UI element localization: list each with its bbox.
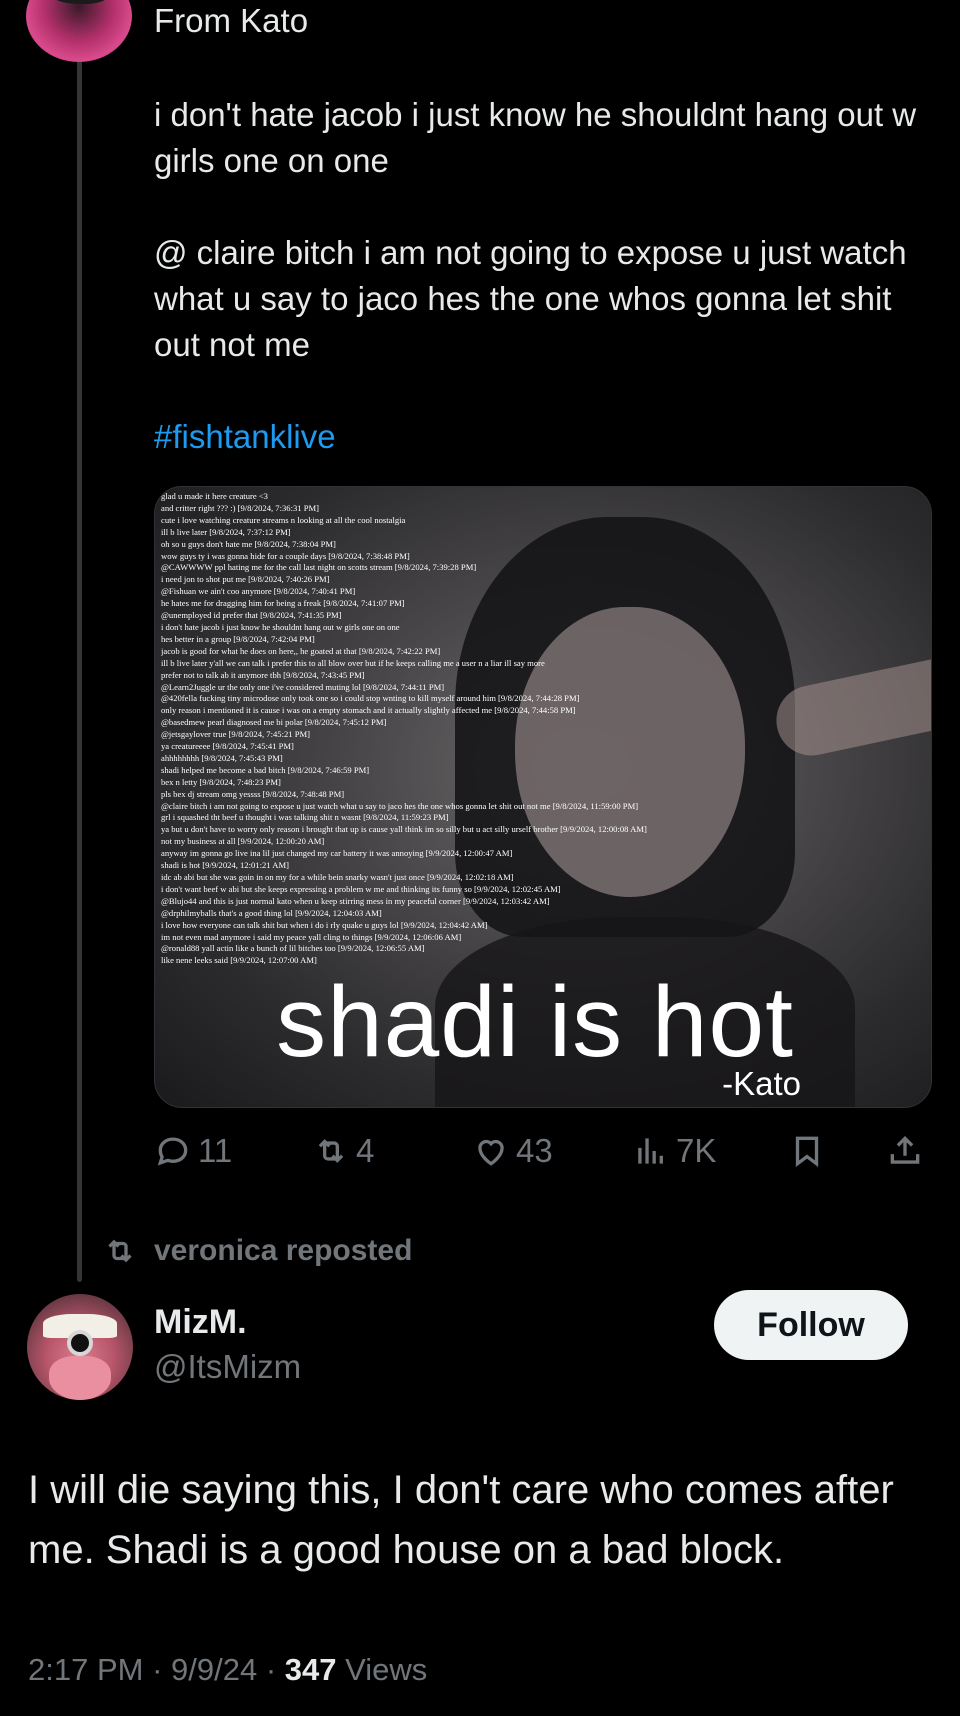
reply-button[interactable]: 11 bbox=[154, 1132, 232, 1170]
chat-log-line: i love how everyone can talk shit but wh… bbox=[161, 919, 488, 930]
chat-log-line: pls bex dj stream omg yessss [9/8/2024, … bbox=[161, 788, 345, 799]
like-count: 43 bbox=[516, 1132, 553, 1169]
chat-log-line: only reason i mentioned it is cause i wa… bbox=[161, 705, 576, 716]
chat-log-line: shadi helped me become a bad bitch [9/8/… bbox=[161, 764, 370, 775]
heart-icon bbox=[478, 1139, 504, 1166]
tweet-text: I will die saying this, I don't care who… bbox=[28, 1468, 894, 1572]
tweet-time[interactable]: 2:17 PM bbox=[28, 1652, 143, 1687]
chat-log-line: ahhhhhhhh [9/8/2024, 7:45:43 PM] bbox=[161, 752, 283, 763]
bookmark-icon bbox=[795, 1136, 819, 1167]
repost-context[interactable]: veronica reposted bbox=[102, 1233, 412, 1269]
analytics-icon bbox=[638, 1138, 663, 1164]
chat-log-line: @Blujo44 and this is just normal kato wh… bbox=[161, 895, 550, 906]
chat-log-line: hes better in a group [9/8/2024, 7:42:04… bbox=[161, 633, 315, 644]
chat-log-line: ya but u don't have to worry only reason… bbox=[161, 824, 647, 835]
chat-log-line: glad u made it here creature <3 bbox=[161, 491, 268, 501]
chat-log-line: @claire bitch i am not going to expose u… bbox=[161, 800, 639, 811]
chat-log-line: @Learn2Juggle ur the only one i've consi… bbox=[161, 681, 445, 692]
tweet-views-label: Views bbox=[345, 1652, 428, 1687]
chat-log-line: shadi is hot [9/9/2024, 12:01:21 AM] bbox=[161, 860, 289, 871]
bookmark-button[interactable] bbox=[788, 1132, 826, 1170]
reply-count: 11 bbox=[198, 1132, 233, 1169]
tweet-body: i don't hate jacob i just know he should… bbox=[154, 92, 934, 506]
views-button[interactable]: 7K bbox=[632, 1132, 716, 1170]
tweet-views-count: 347 bbox=[284, 1652, 337, 1687]
chat-log-line: ya creatureeee [9/8/2024, 7:45:41 PM] bbox=[161, 741, 294, 752]
avatar-piercing bbox=[67, 1330, 93, 1356]
meta-separator: · bbox=[265, 1652, 285, 1687]
chat-log-line: idc ab abi but she was goin in on my for… bbox=[161, 872, 514, 882]
chat-log-line: @drphilmyballs that's a good thing lol [… bbox=[161, 907, 382, 918]
chat-log-line: ill b live later [9/8/2024, 7:37:12 PM] bbox=[161, 526, 291, 537]
like-button[interactable]: 43 bbox=[472, 1132, 553, 1170]
chat-log-line: oh so u guys don't hate me [9/8/2024, 7:… bbox=[161, 538, 336, 549]
display-name[interactable]: MizM. bbox=[154, 1303, 247, 1342]
chat-log-line: @Fishuan we ain't coo anymore [9/8/2024,… bbox=[161, 586, 356, 597]
hashtag-link[interactable]: #fishtanklive bbox=[154, 414, 934, 460]
tweet-date[interactable]: 9/9/24 bbox=[171, 1652, 257, 1687]
chat-log-line: anyway im gonna go live ina lil just cha… bbox=[161, 848, 513, 859]
share-icon bbox=[890, 1135, 920, 1164]
repost-button[interactable]: 4 bbox=[312, 1132, 374, 1170]
image-caption: shadi is hot bbox=[276, 966, 794, 1078]
tweet-media-image[interactable]: glad u made it here creature <3 and critt… bbox=[154, 486, 932, 1108]
chat-log-line: @basedmew pearl diagnosed me bi polar [9… bbox=[161, 717, 387, 728]
chat-log-line: he hates me for dragging him for being a… bbox=[161, 598, 405, 609]
chat-log-line: i don't want beef w abi but she keeps ex… bbox=[161, 883, 561, 894]
chat-log-line: @420fella fucking tiny microdose only to… bbox=[161, 693, 580, 704]
chat-log-line: not my business at all [9/9/2024, 12:00:… bbox=[161, 836, 325, 847]
chat-log-line: i need jon to shot put me [9/8/2024, 7:4… bbox=[161, 574, 330, 585]
mizm-avatar[interactable] bbox=[27, 1294, 133, 1400]
kato-avatar[interactable] bbox=[26, 0, 132, 62]
tweet-paragraph: @ claire bitch i am not going to expose … bbox=[154, 234, 907, 363]
views-count: 7K bbox=[676, 1132, 717, 1169]
repost-context-label: veronica reposted bbox=[154, 1234, 413, 1267]
chat-log-line: cute i love watching creature streams n … bbox=[161, 514, 406, 525]
share-button[interactable] bbox=[886, 1132, 924, 1170]
chat-log-line: @unemployed id prefer that [9/8/2024, 7:… bbox=[161, 610, 342, 621]
tweet-first-line: From Kato bbox=[154, 2, 309, 39]
thread-connector-line bbox=[77, 60, 82, 1282]
chat-log-line: grl i squashed tht beef u thought i was … bbox=[161, 812, 449, 823]
chat-log-line: prefer not to talk ab it anymore tbh [9/… bbox=[161, 669, 365, 680]
chat-log-line: im not even mad anymore i said my peace … bbox=[161, 931, 462, 942]
chat-log-line: bex n letty [9/8/2024, 7:48:23 PM] bbox=[161, 776, 281, 787]
chat-log-line: @CAWWWW ppl hating me for the call last … bbox=[161, 562, 477, 573]
tweet-meta: 2:17 PM · 9/9/24 · 347 Views bbox=[28, 1652, 427, 1688]
chat-log-line: wow guys ty i was gonna hide for a coupl… bbox=[161, 550, 410, 561]
tweet-actions-bar: 11 4 43 7K bbox=[154, 1132, 934, 1176]
meta-separator: · bbox=[152, 1652, 172, 1687]
tweet-paragraph: i don't hate jacob i just know he should… bbox=[154, 96, 917, 179]
chat-log-line: and critter right ??? :) [9/8/2024, 7:36… bbox=[161, 502, 319, 513]
avatar-tongue bbox=[49, 1356, 111, 1400]
chat-log-line: i don't hate jacob i just know he should… bbox=[161, 621, 400, 632]
chat-log-line: @ronald88 yall actin like a bunch of lil… bbox=[161, 943, 425, 954]
reply-icon bbox=[157, 1137, 188, 1166]
repost-icon bbox=[318, 1139, 344, 1163]
chat-log-line: @jetsgaylover true [9/8/2024, 7:45:21 PM… bbox=[161, 729, 310, 740]
chat-log-line: jacob is good for what he does on here,,… bbox=[161, 645, 441, 656]
repost-icon bbox=[108, 1239, 132, 1263]
shark-icon bbox=[48, 0, 110, 4]
chat-log-overlay: glad u made it here creature <3 and critt… bbox=[161, 491, 921, 967]
chat-log-line: ill b live later y'all we can talk i pre… bbox=[161, 657, 545, 668]
follow-button[interactable]: Follow bbox=[714, 1290, 908, 1360]
user-handle[interactable]: @ItsMizm bbox=[154, 1348, 301, 1386]
repost-count: 4 bbox=[356, 1132, 375, 1169]
image-signature: -Kato bbox=[722, 1065, 801, 1102]
